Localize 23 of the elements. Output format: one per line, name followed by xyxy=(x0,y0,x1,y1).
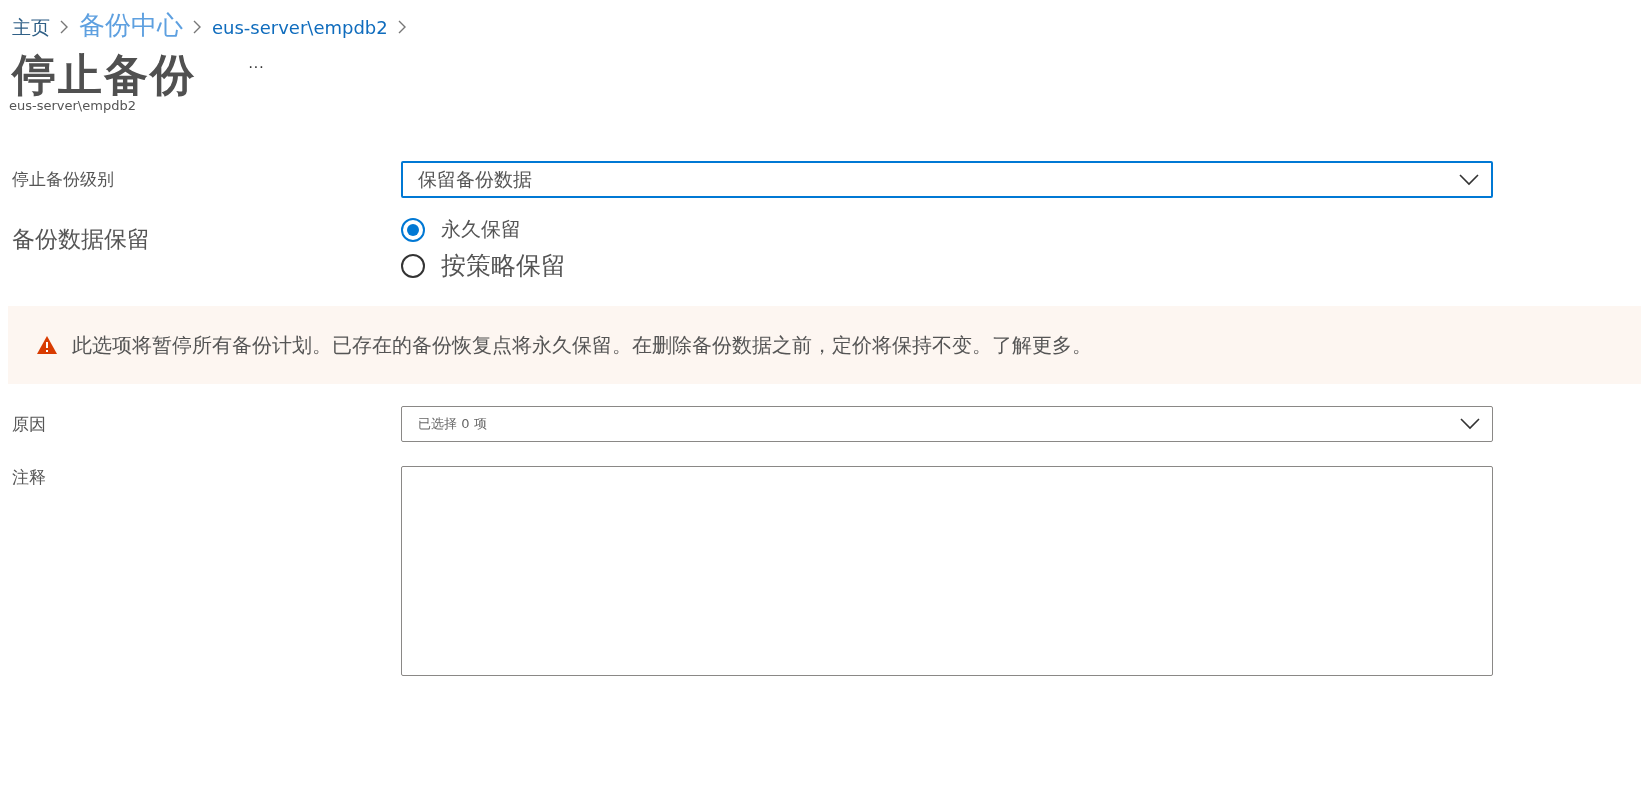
more-button[interactable]: ··· xyxy=(244,58,268,76)
page-title: 停止备份 xyxy=(12,50,196,100)
breadcrumb-link[interactable]: eus-server\empdb2 xyxy=(212,17,388,38)
chevron-down-icon xyxy=(1460,418,1480,430)
chevron-down-icon xyxy=(1459,173,1479,186)
dropdown[interactable]: 已选择 0 项 xyxy=(401,406,1493,442)
field-label: 注释 xyxy=(12,466,47,489)
chevron-right-icon xyxy=(60,20,69,34)
dropdown[interactable]: 保留备份数据 xyxy=(401,161,1493,198)
field-label: 停止备份级别 xyxy=(12,168,115,191)
field-label: 备份数据保留 xyxy=(12,225,151,254)
radio-option[interactable]: 永久保留 xyxy=(401,216,1493,243)
radio-button[interactable] xyxy=(401,253,425,278)
field-label: 原因 xyxy=(12,412,47,436)
warning-icon xyxy=(36,335,58,355)
radio-button[interactable] xyxy=(401,217,425,242)
comment-field[interactable] xyxy=(401,466,1493,676)
chevron-right-icon xyxy=(193,20,202,34)
chevron-right-icon xyxy=(397,20,407,34)
breadcrumb-link[interactable]: 主页 xyxy=(12,15,50,41)
page-subtitle: eus-server\empdb2 xyxy=(9,98,137,113)
warning-text: 此选项将暂停所有备份计划。已存在的备份恢复点将永久保留。在删除备份数据之前，定价将保持不变。了解更多。 xyxy=(72,331,1092,359)
radio-option[interactable]: 按策略保留 xyxy=(401,249,1493,282)
